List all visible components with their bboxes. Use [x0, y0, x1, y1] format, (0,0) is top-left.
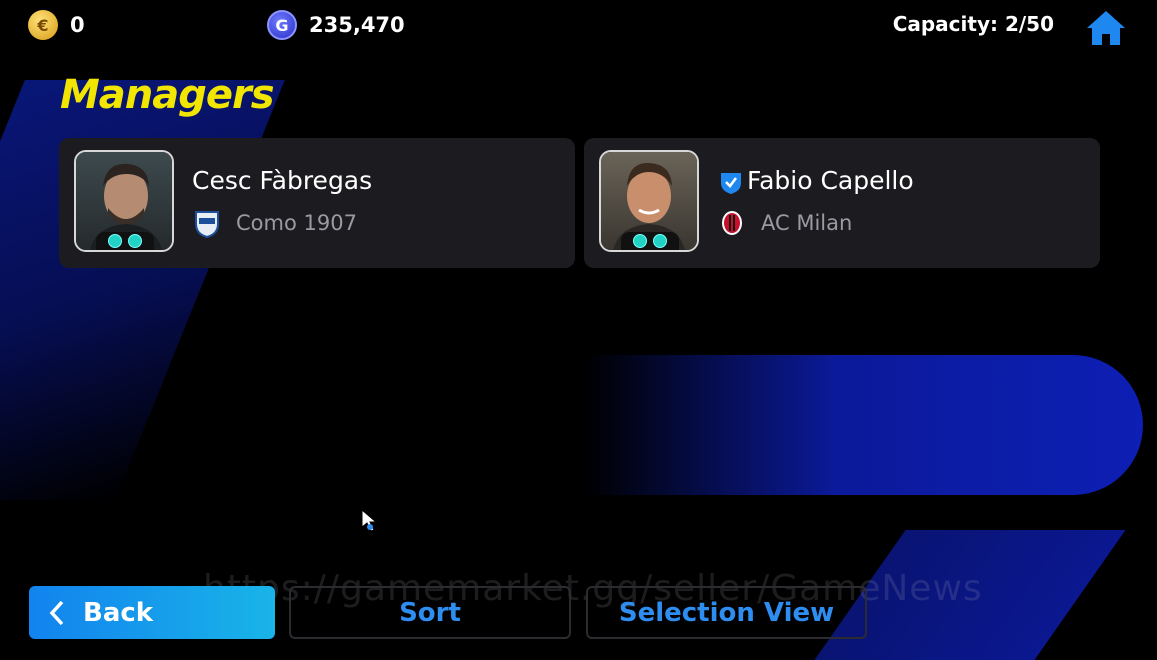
mouse-cursor-icon	[361, 509, 378, 532]
club-name: AC Milan	[761, 211, 853, 235]
manager-name: Cesc Fàbregas	[192, 166, 373, 195]
manager-name: Fabio Capello	[747, 166, 914, 195]
capacity-label: Capacity: 2/50	[892, 12, 1054, 36]
gp-counter: G 235,470	[267, 10, 405, 40]
como-badge-icon	[192, 208, 222, 238]
selection-view-button[interactable]: Selection View	[586, 586, 867, 639]
back-button[interactable]: Back	[29, 586, 275, 639]
top-bar: € 0 G 235,470 Capacity: 2/50	[0, 0, 1157, 50]
gp-coin-icon: G	[267, 10, 297, 40]
manager-card[interactable]: Fabio Capello AC Milan	[584, 138, 1100, 268]
sort-button[interactable]: Sort	[289, 586, 571, 639]
home-icon[interactable]	[1085, 9, 1127, 47]
chevron-left-icon	[49, 600, 64, 625]
manager-club: Como 1907	[192, 208, 357, 238]
page-title: Managers	[60, 72, 275, 118]
manager-photo	[74, 150, 174, 252]
back-button-label: Back	[83, 597, 154, 628]
efootball-coins-counter: € 0	[28, 10, 85, 40]
manager-card[interactable]: Cesc Fàbregas Como 1907	[59, 138, 575, 268]
efootball-coin-icon: €	[28, 10, 58, 40]
sort-button-label: Sort	[399, 597, 461, 628]
manager-club: AC Milan	[717, 208, 852, 238]
selection-view-button-label: Selection View	[618, 597, 835, 628]
club-name: Como 1907	[236, 211, 357, 235]
verified-shield-icon	[721, 173, 741, 194]
manager-photo	[599, 150, 699, 252]
ac-milan-badge-icon	[717, 208, 747, 238]
background-stripe-right	[585, 355, 1143, 495]
gp-value: 235,470	[309, 13, 405, 37]
efootball-coins-value: 0	[70, 13, 85, 37]
